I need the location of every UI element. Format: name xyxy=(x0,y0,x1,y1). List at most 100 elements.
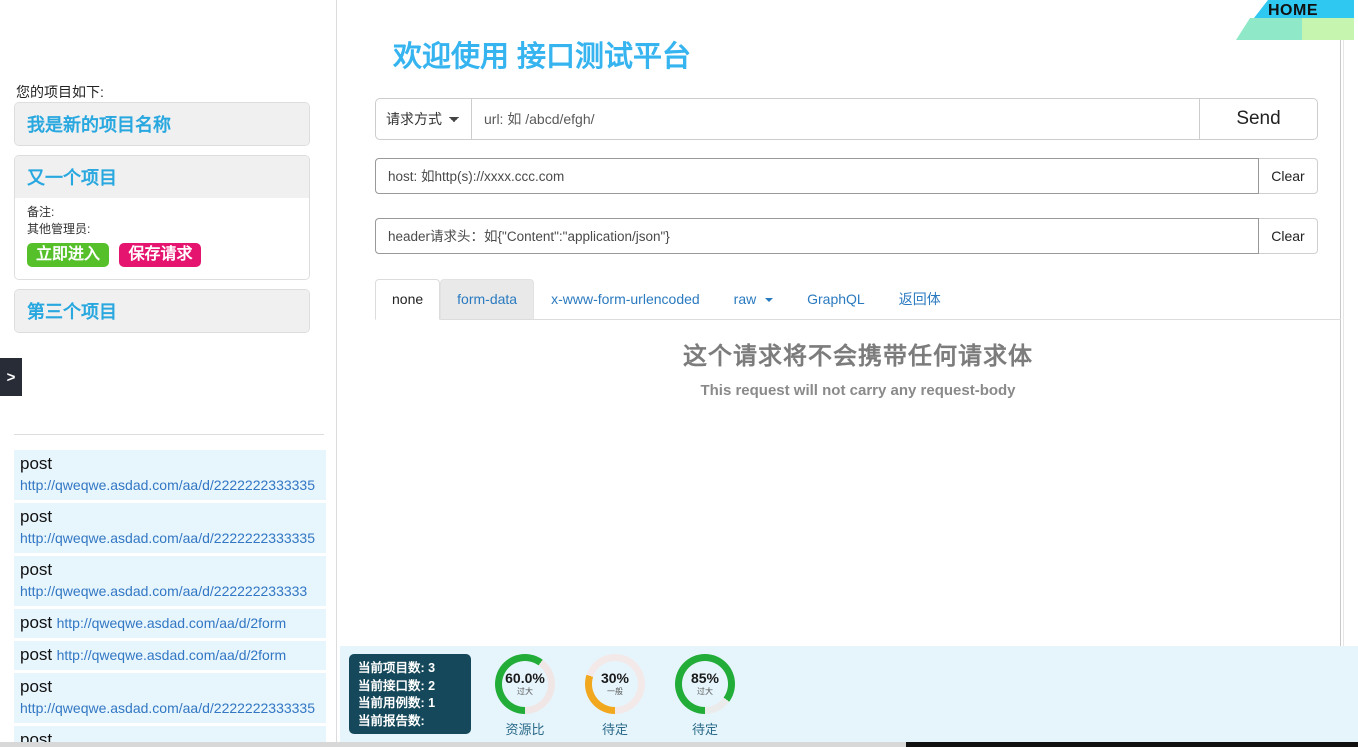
project-list: 我是新的项目名称 又一个项目 备注: 其他管理员: 立即进入 保存请求 第三个项… xyxy=(14,102,310,342)
project-card-header[interactable]: 我是新的项目名称 xyxy=(15,103,309,145)
project-admin-label: 其他管理员: xyxy=(27,222,91,236)
history-method: post xyxy=(20,677,53,696)
history-url[interactable]: http://qweqwe.asdad.com/aa/d/2form xyxy=(57,647,287,663)
project-card[interactable]: 又一个项目 备注: 其他管理员: 立即进入 保存请求 xyxy=(14,155,310,280)
counter-interfaces: 当前接口数: 2 xyxy=(358,678,436,693)
donut-chart: 60.0% 过大 xyxy=(495,654,555,714)
history-url[interactable]: http://qweqwe.asdad.com/aa/d/2form xyxy=(57,615,287,631)
gauge-pending-1: 30% 一般 待定 xyxy=(570,648,660,738)
gauge-pending-2: 85% 过大 待定 xyxy=(660,648,750,738)
tab-response-body[interactable]: 返回体 xyxy=(882,279,958,320)
host-clear-button[interactable]: Clear xyxy=(1259,158,1318,194)
counter-projects: 当前项目数: 3 xyxy=(358,661,436,675)
gauge-resource-ratio: 60.0% 过大 资源比 xyxy=(480,648,570,738)
project-title[interactable]: 第三个项目 xyxy=(27,298,297,324)
body-type-tabs: none form-data x-www-form-urlencoded raw… xyxy=(375,279,1341,320)
right-edge-strip xyxy=(1342,0,1358,747)
tab-label: form-data xyxy=(457,291,518,307)
tab-x-www-form-urlencoded[interactable]: x-www-form-urlencoded xyxy=(534,279,717,320)
list-item[interactable]: post http://qweqwe.asdad.com/aa/d/2form xyxy=(14,609,326,638)
request-history-list: post http://qweqwe.asdad.com/aa/d/222222… xyxy=(14,450,326,742)
stats-panel: 当前项目数: 3 当前接口数: 2 当前用例数: 1 当前报告数: 60.0% … xyxy=(340,646,1358,742)
donut-sublabel: 过大 xyxy=(697,687,713,696)
project-remark-label: 备注: xyxy=(27,205,55,219)
tab-label: raw xyxy=(733,291,757,307)
history-method: post xyxy=(20,560,53,579)
gauge-label: 待定 xyxy=(601,722,628,737)
host-input[interactable] xyxy=(375,158,1259,194)
project-card[interactable]: 我是新的项目名称 xyxy=(14,102,310,146)
app-root: HOME 您的项目如下: 我是新的项目名称 又一个项目 备注: 其他管理员: 立… xyxy=(0,0,1358,747)
history-url[interactable]: http://qweqwe.asdad.com/aa/d/22222223333… xyxy=(20,698,320,719)
list-item[interactable]: post http://qweqwe.asdad.com/aa/d/2form xyxy=(14,641,326,670)
donut-sublabel: 过大 xyxy=(517,687,533,696)
gauge-label: 待定 xyxy=(691,722,718,737)
tab-label: GraphQL xyxy=(807,291,865,307)
request-form: 请求方式 GET POST PUT DELETE PATCH Send Clea… xyxy=(375,98,1318,278)
ribbon-band-teal xyxy=(1236,18,1306,40)
history-method: post xyxy=(20,507,53,526)
history-method: post xyxy=(20,454,53,473)
home-link-label[interactable]: HOME xyxy=(1268,2,1318,20)
send-button[interactable]: Send xyxy=(1200,98,1318,140)
donut-value: 85% xyxy=(690,670,720,686)
url-input[interactable] xyxy=(472,98,1200,140)
donut-chart: 30% 一般 xyxy=(585,654,645,714)
donut-value: 30% xyxy=(600,670,630,686)
home-ribbon[interactable]: HOME xyxy=(1236,0,1354,40)
tab-label: 返回体 xyxy=(898,291,941,307)
tab-raw[interactable]: raw xyxy=(717,279,790,320)
project-card-body: 备注: 其他管理员: 立即进入 保存请求 xyxy=(15,198,309,279)
gauge-label: 资源比 xyxy=(505,722,545,737)
project-card-header[interactable]: 又一个项目 xyxy=(15,156,309,198)
header-clear-button[interactable]: Clear xyxy=(1259,218,1318,254)
tab-label: none xyxy=(392,291,424,307)
tab-none[interactable]: none xyxy=(375,279,441,320)
host-row: Clear xyxy=(375,158,1318,194)
tab-graphql[interactable]: GraphQL xyxy=(790,279,882,320)
sidebar-divider xyxy=(14,434,324,435)
history-url[interactable]: http://qweqwe.asdad.com/aa/d/22222223333… xyxy=(20,581,320,602)
ribbon-band-green xyxy=(1302,18,1354,40)
counters-box: 当前项目数: 3 当前接口数: 2 当前用例数: 1 当前报告数: xyxy=(349,654,471,734)
empty-body-message-cn: 这个请求将不会携带任何请求体 xyxy=(683,343,1033,370)
vertical-scrollbar[interactable] xyxy=(1343,0,1357,747)
list-item[interactable]: post http://qweqwe.asdad.com/aa/d/222222… xyxy=(14,450,326,500)
list-item[interactable]: post http://qweqwe.asdad.com/aa/d/222222… xyxy=(14,503,326,553)
url-row: 请求方式 GET POST PUT DELETE PATCH Send xyxy=(375,98,1318,140)
history-method: post xyxy=(20,730,53,742)
history-url[interactable]: http://qweqwe.asdad.com/aa/d/22222223333… xyxy=(20,528,320,549)
history-url[interactable]: http://qweqwe.asdad.com/aa/d/22222223333… xyxy=(20,475,320,496)
sidebar-heading: 您的项目如下: xyxy=(16,84,104,100)
horizontal-scrollbar[interactable] xyxy=(0,742,1358,747)
project-title[interactable]: 我是新的项目名称 xyxy=(27,111,297,137)
sidebar-collapse-toggle-icon[interactable]: > xyxy=(0,358,22,396)
counter-reports: 当前报告数: xyxy=(358,713,425,728)
horizontal-scrollbar-thumb[interactable] xyxy=(0,742,906,747)
empty-body-message-en: This request will not carry any request-… xyxy=(700,382,1016,399)
header-input[interactable] xyxy=(375,218,1259,254)
save-request-button[interactable]: 保存请求 xyxy=(119,243,202,267)
history-method: post xyxy=(20,613,53,632)
project-card-header[interactable]: 第三个项目 xyxy=(15,290,309,332)
donut-center: 30% 一般 xyxy=(592,661,638,707)
header-row: Clear xyxy=(375,218,1318,254)
donut-sublabel: 一般 xyxy=(607,687,623,696)
donut-chart: 85% 过大 xyxy=(675,654,735,714)
chevron-down-icon xyxy=(765,298,774,303)
empty-body-message: 这个请求将不会携带任何请求体 This request will not car… xyxy=(375,336,1341,399)
gauge-group: 60.0% 过大 资源比 30% 一般 待定 85% 过大 待定 xyxy=(480,648,750,738)
tab-label: x-www-form-urlencoded xyxy=(551,291,700,307)
project-card[interactable]: 第三个项目 xyxy=(14,289,310,333)
list-item[interactable]: post http://qweqwe.asdad.com/aa/d/222222… xyxy=(14,673,326,723)
counter-cases: 当前用例数: 1 xyxy=(358,696,436,710)
donut-center: 60.0% 过大 xyxy=(502,661,548,707)
history-method: post xyxy=(20,645,53,664)
tab-form-data[interactable]: form-data xyxy=(440,279,535,320)
list-item[interactable]: post http://qweqwe.asdad.com/aa/d/222222… xyxy=(14,556,326,606)
list-item[interactable]: post xyxy=(14,726,326,742)
project-title[interactable]: 又一个项目 xyxy=(27,164,297,190)
method-select[interactable]: 请求方式 GET POST PUT DELETE PATCH xyxy=(375,98,472,140)
sidebar: 您的项目如下: 我是新的项目名称 又一个项目 备注: 其他管理员: 立即进入 保… xyxy=(0,0,337,742)
enter-project-button[interactable]: 立即进入 xyxy=(27,243,110,267)
